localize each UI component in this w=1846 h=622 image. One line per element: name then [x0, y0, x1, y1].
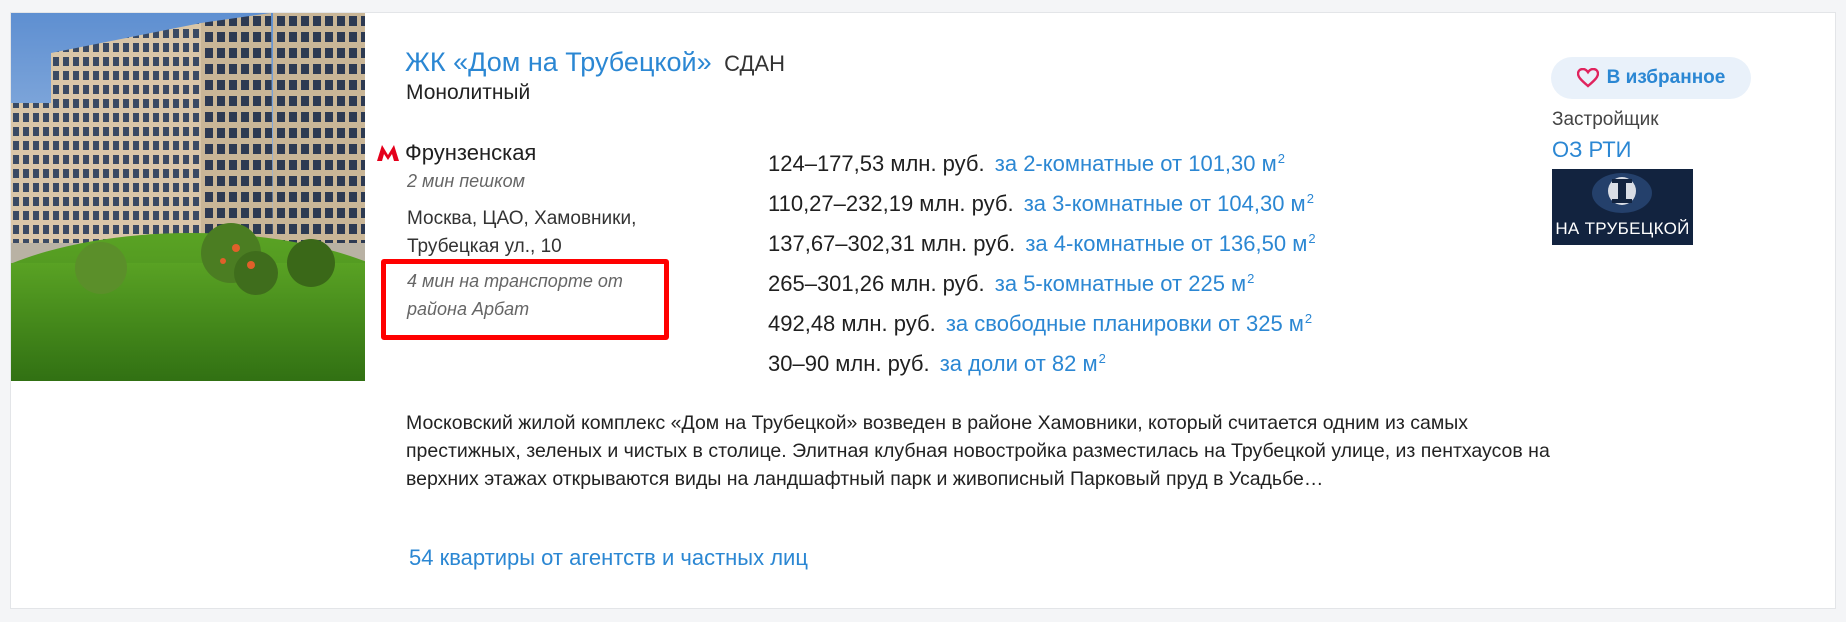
- price-link-3-rooms[interactable]: за 3-комнатные от 104,30 м2: [1024, 191, 1314, 216]
- metro-m-icon: [377, 145, 399, 161]
- description: Московский жилой комплекс «Дом на Трубец…: [406, 412, 1550, 490]
- listing-title-row: ЖК «Дом на Трубецкой» СДАН: [405, 47, 785, 78]
- price-range: 30–90 млн. руб.: [768, 351, 930, 376]
- address: Москва, ЦАО, Хамовники, Трубецкая ул., 1…: [407, 208, 637, 257]
- building-image: [11, 13, 365, 381]
- listing-card: ЖК «Дом на Трубецкой» СДАН Монолитный Фр…: [10, 12, 1836, 609]
- price-row: 265–301,26 млн. руб. за 5-комнатные от 2…: [768, 259, 1316, 299]
- price-row: 110,27–232,19 млн. руб. за 3-комнатные о…: [768, 179, 1316, 219]
- status-badge: СДАН: [724, 51, 785, 76]
- developer-link[interactable]: ОЗ РТИ: [1552, 137, 1631, 163]
- metro-station: Фрунзенская: [377, 140, 536, 166]
- metro-walk-time: 2 мин пешком: [407, 171, 525, 191]
- price-range: 124–177,53 млн. руб.: [768, 151, 985, 176]
- price-row: 30–90 млн. руб. за доли от 82 м2: [768, 339, 1316, 379]
- price-link-2-rooms[interactable]: за 2-комнатные от 101,30 м2: [995, 151, 1285, 176]
- construction-type: Монолитный: [406, 81, 531, 104]
- heart-icon: [1576, 68, 1599, 88]
- price-row: 137,67–302,31 млн. руб. за 4-комнатные о…: [768, 219, 1316, 259]
- price-link-5-rooms[interactable]: за 5-комнатные от 225 м2: [995, 271, 1255, 296]
- price-list: 124–177,53 млн. руб. за 2-комнатные от 1…: [768, 139, 1316, 379]
- price-range: 110,27–232,19 млн. руб.: [768, 191, 1014, 216]
- transport-time: 4 мин на транспорте от района Арбат: [407, 271, 623, 319]
- price-link-shares[interactable]: за доли от 82 м2: [940, 351, 1106, 376]
- developer-label: Застройщик: [1552, 109, 1659, 130]
- offers-link[interactable]: 54 квартиры от агентств и частных лиц: [409, 545, 808, 571]
- price-range: 492,48 млн. руб.: [768, 311, 936, 336]
- price-range: 265–301,26 млн. руб.: [768, 271, 985, 296]
- metro-station-name: Фрунзенская: [405, 140, 537, 165]
- price-row: 492,48 млн. руб. за свободные планировки…: [768, 299, 1316, 339]
- developer-logo-text: НА ТРУБЕЦКОЙ: [1555, 219, 1690, 238]
- add-to-favorites-button[interactable]: В избранное: [1551, 57, 1751, 99]
- price-link-free-layout[interactable]: за свободные планировки от 325 м2: [946, 311, 1312, 336]
- price-range: 137,67–302,31 млн. руб.: [768, 231, 1016, 256]
- developer-logo[interactable]: НА ТРУБЕЦКОЙ: [1552, 169, 1693, 245]
- price-row: 124–177,53 млн. руб. за 2-комнатные от 1…: [768, 139, 1316, 179]
- favorite-label: В избранное: [1606, 67, 1726, 88]
- complex-title-link[interactable]: ЖК «Дом на Трубецкой»: [405, 47, 712, 77]
- building-photo[interactable]: [11, 13, 365, 381]
- price-link-4-rooms[interactable]: за 4-комнатные от 136,50 м2: [1025, 231, 1315, 256]
